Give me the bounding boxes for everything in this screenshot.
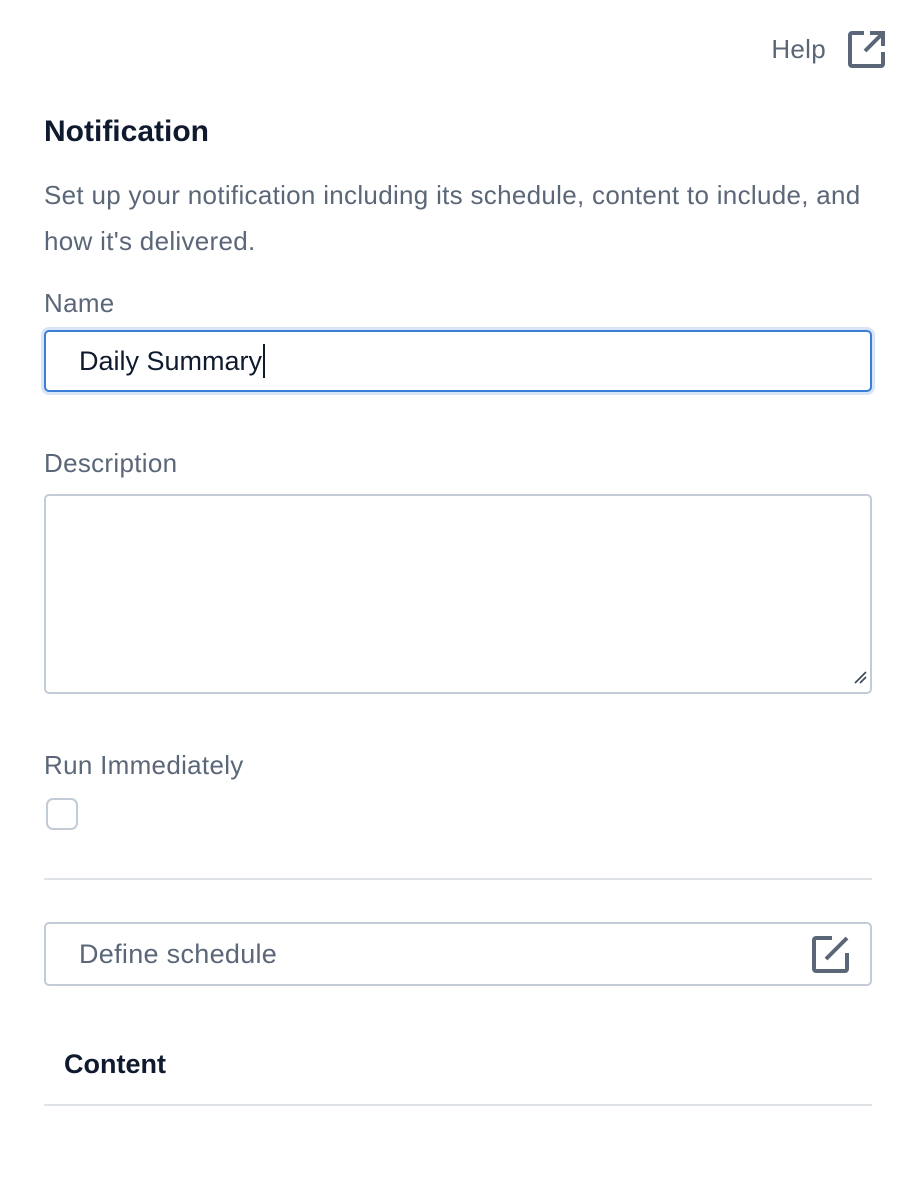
text-caret bbox=[263, 344, 266, 378]
name-input[interactable]: Daily Summary bbox=[44, 330, 872, 392]
description-label: Description bbox=[44, 448, 178, 478]
name-label: Name bbox=[44, 288, 115, 318]
define-schedule-button[interactable]: Define schedule bbox=[44, 922, 872, 986]
content-section-header[interactable]: Content bbox=[44, 1024, 872, 1104]
content-divider bbox=[44, 1104, 872, 1106]
help-label: Help bbox=[771, 33, 826, 64]
edit-icon bbox=[812, 935, 850, 973]
run-immediately-checkbox[interactable] bbox=[46, 798, 78, 830]
description-textarea[interactable] bbox=[44, 494, 872, 694]
external-link-icon bbox=[848, 30, 886, 68]
name-input-value: Daily Summary bbox=[79, 345, 263, 376]
run-immediately-label: Run Immediately bbox=[44, 750, 244, 780]
notification-panel: Notification Set up your notification in… bbox=[44, 100, 872, 1106]
section-divider bbox=[44, 878, 872, 880]
panel-title: Notification bbox=[44, 115, 209, 148]
resize-handle-icon[interactable] bbox=[853, 670, 867, 689]
panel-subtitle: Set up your notification including its s… bbox=[44, 180, 861, 256]
define-schedule-label: Define schedule bbox=[79, 938, 278, 969]
help-link[interactable]: Help bbox=[771, 30, 886, 68]
